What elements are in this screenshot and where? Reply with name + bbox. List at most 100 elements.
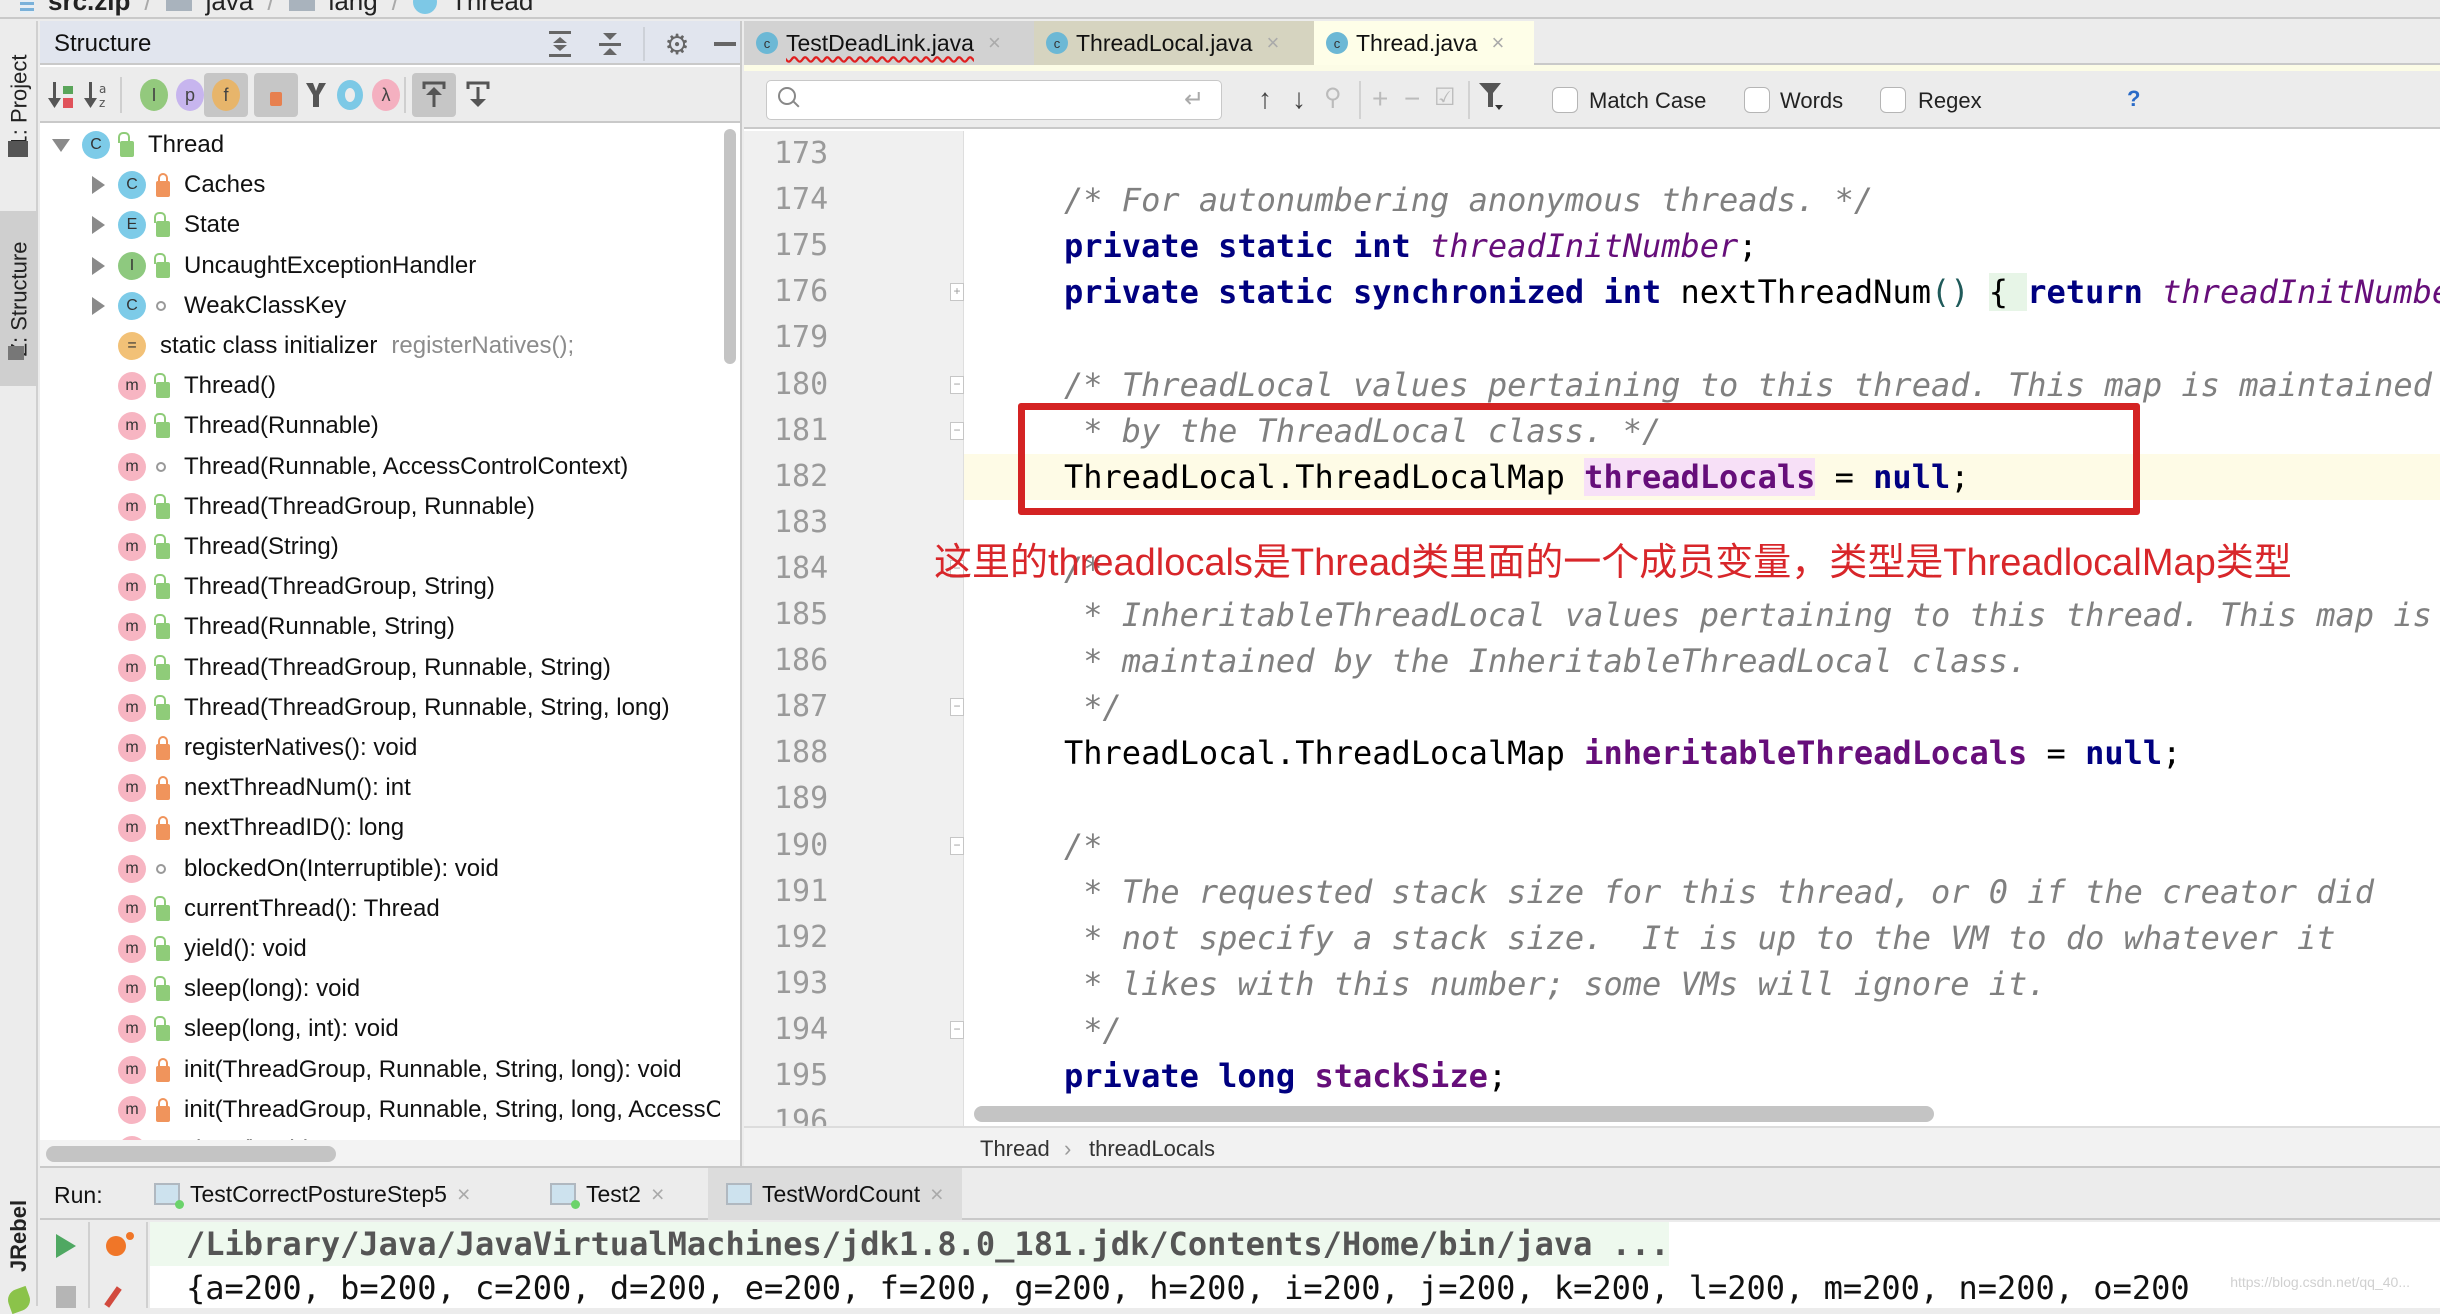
close-icon[interactable]: ×	[930, 1181, 943, 1208]
collapse-all-button[interactable]	[595, 29, 625, 59]
tree-row[interactable]: m currentThread(): Thread	[40, 889, 720, 929]
jrebel-debug-icon[interactable]	[106, 1236, 126, 1256]
tree-row[interactable]: = static class initializer registerNatives…	[40, 326, 720, 366]
tab-testdeadlink-java[interactable]: c TestDeadLink.java ×	[744, 21, 1034, 65]
filter-icon[interactable]	[1479, 83, 1503, 118]
search-icon[interactable]	[778, 87, 796, 105]
remove-occurrence-icon[interactable]: −	[1404, 83, 1420, 115]
stop-button[interactable]	[56, 1286, 76, 1308]
expand-arrow-icon[interactable]	[92, 256, 105, 275]
tree-row[interactable]: m nextThreadID(): long	[40, 808, 720, 848]
tree-row[interactable]: m Thread(ThreadGroup, Runnable, String, l…	[40, 688, 720, 728]
close-icon[interactable]: ×	[651, 1181, 664, 1208]
tree-row[interactable]: m Thread(ThreadGroup, Runnable)	[40, 487, 720, 527]
run-tab-test2[interactable]: Test2 ×	[540, 1168, 674, 1220]
match-case-checkbox[interactable]	[1552, 87, 1578, 113]
select-all-occurrences-icon[interactable]: ☑	[1434, 83, 1456, 112]
fold-expand-icon[interactable]: +	[950, 283, 964, 302]
nav-crumb-lang[interactable]: lang	[329, 0, 378, 17]
breadcrumb-threadlocals[interactable]: threadLocals	[1089, 1136, 1215, 1162]
run-console-output[interactable]: /Library/Java/JavaVirtualMachines/jdk1.8…	[150, 1222, 2440, 1308]
words-checkbox[interactable]	[1744, 87, 1770, 113]
tree-row-label: Thread	[148, 131, 225, 158]
tree-row[interactable]: m init(ThreadGroup, Runnable, String, lon…	[40, 1050, 720, 1090]
close-icon[interactable]: ×	[988, 30, 1001, 56]
tree-vertical-scrollbar[interactable]	[724, 129, 736, 364]
annotation-text: 这里的threadlocals是Thread类里面的一个成员变量，类型是Thre…	[934, 542, 2292, 584]
add-occurrence-icon[interactable]: +	[1372, 83, 1388, 115]
pen-icon[interactable]	[104, 1286, 122, 1308]
tab-threadlocal-java[interactable]: c ThreadLocal.java ×	[1034, 21, 1314, 65]
run-tab-testwordcount[interactable]: TestWordCount ×	[708, 1168, 962, 1220]
settings-button[interactable]: ⚙	[662, 29, 692, 60]
collapse-arrow-icon[interactable]	[52, 139, 70, 152]
nav-crumb-thread[interactable]: Thread	[451, 0, 533, 17]
sort-alphabetically-button[interactable]: az	[76, 73, 120, 117]
tree-row[interactable]: m Thread(String)	[40, 527, 720, 567]
tool-tab-jrebel[interactable]: JRebel	[0, 1181, 38, 1291]
regex-help-link[interactable]: ?	[2127, 86, 2140, 112]
find-all-icon[interactable]: ⚲	[1324, 83, 1342, 112]
line-number: 173	[774, 136, 829, 171]
fold-collapse-icon[interactable]: −	[950, 421, 964, 440]
close-icon[interactable]: ×	[457, 1181, 470, 1208]
search-input[interactable]	[766, 80, 1222, 120]
tree-row[interactable]: m Thread(ThreadGroup, Runnable, String)	[40, 648, 720, 688]
tree-row[interactable]: m Thread(Runnable, AccessControlContext)	[40, 447, 720, 487]
tree-row[interactable]: m Thread(Runnable, String)	[40, 607, 720, 647]
show-lambdas-button[interactable]: λ	[364, 73, 408, 117]
nav-crumb-src-zip[interactable]: src.zip	[48, 0, 130, 17]
previous-occurrence-button[interactable]: ↑	[1258, 83, 1272, 115]
tree-row[interactable]: E State	[40, 205, 720, 245]
regex-checkbox[interactable]	[1880, 87, 1906, 113]
line-number: 181	[774, 412, 829, 448]
tree-row[interactable]: mclone(): Object	[40, 1130, 720, 1140]
tree-row[interactable]: I UncaughtExceptionHandler	[40, 246, 720, 286]
close-icon[interactable]: ×	[1266, 30, 1279, 56]
collapse-all-icon	[599, 33, 621, 55]
run-tab-testcorrectposturestep5[interactable]: TestCorrectPostureStep5 ×	[144, 1168, 480, 1220]
tree-row[interactable]: m sleep(long): void	[40, 969, 720, 1009]
expand-arrow-icon[interactable]	[92, 296, 105, 315]
code-area[interactable]: 173 174 175 176 +179 180 − 181 − 182 183 184 − 185 186…	[744, 131, 2440, 1126]
tree-row[interactable]: m registerNatives(): void	[40, 728, 720, 768]
tree-row[interactable]: m sleep(long, int): void	[40, 1009, 720, 1049]
rerun-button[interactable]	[56, 1234, 76, 1258]
expand-all-button[interactable]	[545, 29, 575, 59]
autoscroll-to-source-icon	[422, 81, 446, 107]
tree-row[interactable]: C WeakClassKey	[40, 286, 720, 326]
expand-arrow-icon[interactable]	[92, 216, 105, 235]
fold-collapse-icon[interactable]: −	[950, 1020, 964, 1039]
tree-row[interactable]: m Thread(ThreadGroup, String)	[40, 567, 720, 607]
autoscroll-to-source-button[interactable]	[412, 73, 456, 117]
tree-row[interactable]: C Thread	[40, 125, 720, 165]
tree-row[interactable]: m yield(): void	[40, 929, 720, 969]
close-icon[interactable]: ×	[1491, 30, 1504, 56]
line-number: 188	[774, 735, 829, 771]
tree-row[interactable]: m blockedOn(Interruptible): void	[40, 849, 720, 889]
fold-collapse-icon[interactable]: −	[950, 698, 964, 717]
fields-icon: f	[212, 79, 240, 111]
show-fields-button[interactable]: f	[204, 73, 248, 117]
nav-crumb-java[interactable]: java	[206, 0, 254, 17]
breadcrumb-thread[interactable]: Thread	[980, 1136, 1050, 1162]
tree-row[interactable]: m Thread()	[40, 366, 720, 406]
expand-arrow-icon[interactable]	[92, 176, 105, 195]
tree-row[interactable]: m Thread(Runnable)	[40, 406, 720, 446]
public-visibility-icon	[154, 654, 170, 680]
editor-horizontal-scrollbar[interactable]	[974, 1106, 1934, 1122]
hide-panel-button[interactable]	[710, 29, 740, 59]
tree-row[interactable]: m init(ThreadGroup, Runnable, String, lon…	[40, 1090, 720, 1130]
tree-row[interactable]: m nextThreadNum(): int	[40, 768, 720, 808]
next-occurrence-button[interactable]: ↓	[1292, 83, 1306, 115]
autoscroll-from-source-button[interactable]	[456, 73, 500, 117]
tree-row-label: init(ThreadGroup, Runnable, String, long…	[184, 1095, 720, 1123]
show-non-public-button[interactable]	[254, 73, 298, 117]
fold-collapse-icon[interactable]: −	[950, 375, 964, 394]
tree-row[interactable]: C Caches	[40, 165, 720, 205]
tree-row-label: nextThreadID(): long	[184, 814, 405, 842]
code-line: private static int threadInitNumber;	[1064, 223, 1758, 269]
fold-collapse-icon[interactable]: −	[950, 836, 964, 855]
tab-thread-java[interactable]: c Thread.java ×	[1314, 21, 1534, 65]
tree-horizontal-scrollbar[interactable]	[46, 1146, 336, 1162]
